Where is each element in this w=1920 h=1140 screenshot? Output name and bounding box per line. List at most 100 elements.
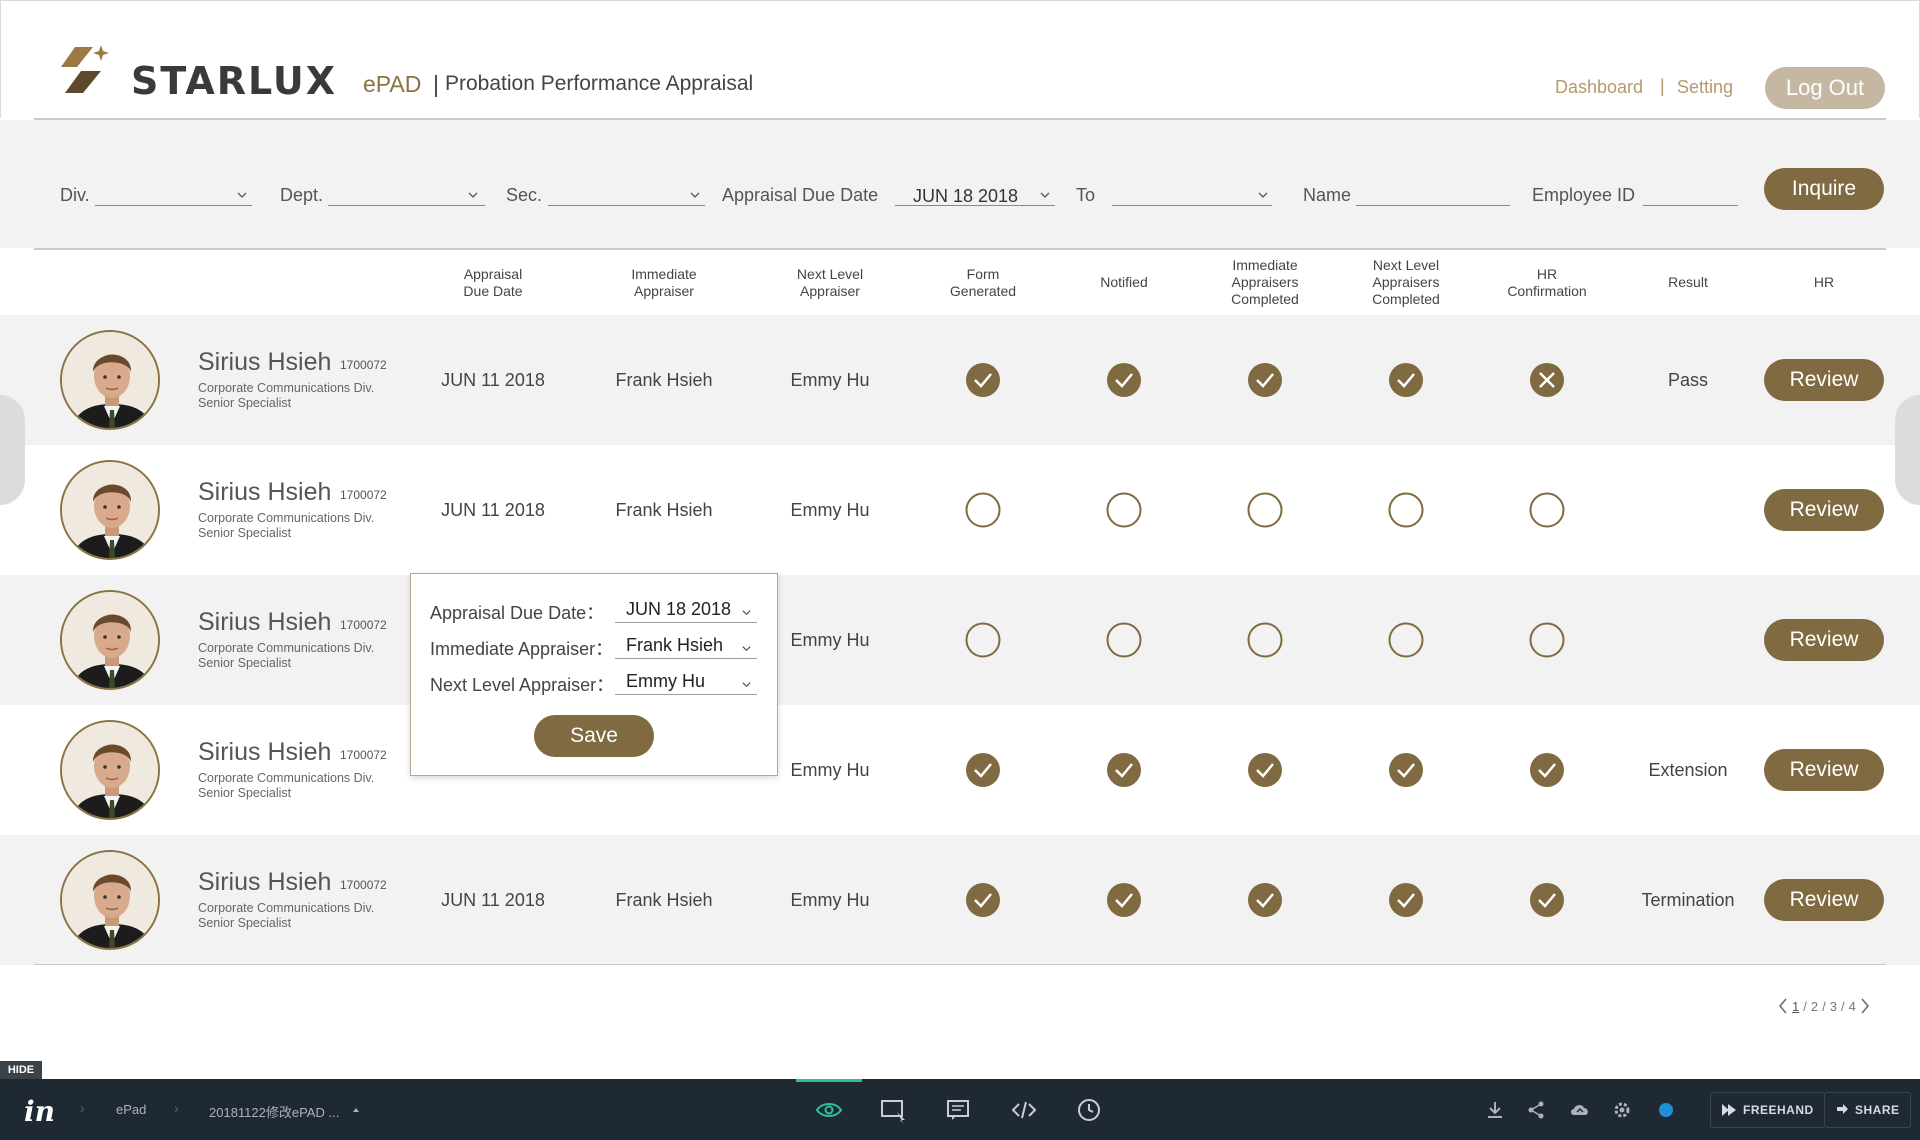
cloud-upload-icon[interactable] [1570, 1100, 1590, 1120]
history-clock-icon[interactable] [1075, 1096, 1103, 1124]
review-button[interactable]: Review [1764, 359, 1884, 401]
avatar [60, 330, 160, 430]
caret-up-icon[interactable] [350, 1100, 362, 1120]
avatar [60, 590, 160, 690]
share-nodes-icon[interactable] [1526, 1100, 1546, 1120]
freehand-button[interactable]: FREEHAND [1710, 1092, 1825, 1128]
dept-filter-select[interactable] [328, 205, 485, 206]
dept-filter-label: Dept. [280, 185, 324, 205]
employee-id-filter-input[interactable] [1643, 205, 1738, 206]
sec-filter-select[interactable] [548, 205, 705, 206]
avatar-portrait-icon [62, 722, 158, 818]
page-link-4[interactable]: 4 [1847, 999, 1858, 1014]
popup-next-level-value[interactable]: Emmy Hu [626, 671, 705, 692]
popup-immediate-label: Immediate Appraiser： [430, 639, 614, 659]
avatar [60, 720, 160, 820]
next-level-appraiser-cell: Emmy Hu [790, 629, 870, 650]
page-link-2[interactable]: 2 [1809, 999, 1820, 1014]
code-icon[interactable] [1010, 1096, 1038, 1124]
table-row: Sirius Hsieh 1700072 Corporate Communicati… [0, 315, 1920, 445]
chevron-right-icon: › [174, 1100, 179, 1116]
employee-title: Senior Specialist [198, 916, 292, 930]
immediate-completed-check-icon [1248, 883, 1282, 917]
save-button[interactable]: Save [534, 715, 654, 757]
chevron-down-icon[interactable] [236, 189, 248, 201]
employee-name: Sirius Hsieh [198, 478, 332, 506]
sec-filter-label: Sec. [506, 185, 543, 205]
freehand-icon [1722, 1104, 1736, 1116]
chevron-down-icon[interactable] [741, 607, 752, 618]
form-generated-check-icon [966, 753, 1000, 787]
breadcrumb-project[interactable]: ePad [116, 1102, 146, 1117]
immediate-completed-empty-circle-icon [1247, 622, 1283, 658]
nav-separator: | [1660, 76, 1665, 96]
col-header-next-level-appraiser: Next Level Appraiser [796, 265, 864, 299]
next-screen-handle[interactable] [1895, 395, 1920, 505]
employee-id: 1700072 [340, 878, 387, 892]
col-header-due-date: Appraisal Due Date [463, 265, 523, 299]
chevron-down-icon[interactable] [1257, 189, 1269, 201]
comment-icon[interactable] [944, 1096, 972, 1124]
review-button[interactable]: Review [1764, 749, 1884, 791]
popup-immediate-value[interactable]: Frank Hsieh [626, 635, 723, 656]
employee-name: Sirius Hsieh [198, 608, 332, 636]
table-row: Sirius Hsieh 1700072 Corporate Communicati… [0, 575, 1920, 705]
due-date-from-value[interactable]: JUN 18 2018 [913, 186, 1018, 207]
name-filter-input[interactable] [1356, 205, 1510, 206]
form-generated-check-icon [966, 883, 1000, 917]
breadcrumb-screen[interactable]: 20181122修改ePAD ... [209, 1102, 339, 1121]
chevron-down-icon[interactable] [741, 679, 752, 690]
next-level-completed-check-icon [1389, 883, 1423, 917]
page-link-3[interactable]: 3 [1828, 999, 1839, 1014]
employee-division: Corporate Communications Div. [198, 641, 375, 655]
logout-button[interactable]: Log Out [1765, 67, 1885, 109]
chevron-down-icon[interactable] [741, 643, 752, 654]
employee-division: Corporate Communications Div. [198, 771, 375, 785]
nav-dashboard-link[interactable]: Dashboard [1555, 77, 1643, 98]
avatar-portrait-icon [62, 462, 158, 558]
prev-screen-handle[interactable] [0, 395, 25, 505]
chevron-right-icon: › [80, 1100, 85, 1116]
next-level-completed-check-icon [1389, 753, 1423, 787]
div-filter-select[interactable] [95, 205, 252, 206]
hide-toolbar-tab[interactable]: HIDE [0, 1061, 42, 1079]
review-button[interactable]: Review [1764, 879, 1884, 921]
nav-setting-link[interactable]: Setting [1677, 77, 1733, 98]
chevron-down-icon[interactable] [689, 189, 701, 201]
status-dot-icon[interactable] [1656, 1100, 1676, 1120]
notified-empty-circle-icon [1106, 622, 1142, 658]
download-icon[interactable] [1485, 1100, 1505, 1120]
share-button[interactable]: SHARE [1824, 1092, 1911, 1128]
due-date-from-select[interactable] [895, 205, 1055, 206]
preview-eye-icon[interactable] [815, 1096, 843, 1124]
popup-next-level-select[interactable] [615, 694, 757, 695]
employee-id: 1700072 [340, 488, 387, 502]
table-row: Sirius Hsieh 1700072 Corporate Communicati… [0, 705, 1920, 835]
popup-due-date-select[interactable] [615, 622, 757, 623]
review-button[interactable]: Review [1764, 489, 1884, 531]
notified-check-icon [1107, 883, 1141, 917]
review-button[interactable]: Review [1764, 619, 1884, 661]
page-separator: / [1840, 998, 1845, 1014]
form-generated-empty-circle-icon [965, 492, 1001, 528]
popup-immediate-select[interactable] [615, 658, 757, 659]
settings-gear-icon[interactable] [1612, 1100, 1632, 1120]
table-bottom-divider [34, 964, 1886, 965]
due-date-to-select[interactable] [1112, 205, 1272, 206]
page-link-1[interactable]: 1 [1790, 999, 1801, 1014]
chevron-down-icon[interactable] [1039, 189, 1051, 201]
inquire-button[interactable]: Inquire [1764, 168, 1884, 210]
next-level-appraiser-cell: Emmy Hu [790, 499, 870, 520]
popup-due-date-value[interactable]: JUN 18 2018 [626, 599, 731, 620]
page-separator: / [1803, 998, 1807, 1014]
due-date-filter-label: Appraisal Due Date [722, 185, 879, 205]
inspect-icon[interactable] [879, 1096, 907, 1124]
chevron-left-icon[interactable] [1776, 996, 1790, 1016]
chevron-down-icon[interactable] [467, 189, 479, 201]
employee-division: Corporate Communications Div. [198, 901, 375, 915]
chevron-right-icon[interactable] [1858, 996, 1872, 1016]
form-generated-check-icon [966, 363, 1000, 397]
invision-logo[interactable]: in [24, 1095, 55, 1128]
share-arrow-icon [1837, 1104, 1848, 1114]
due-date-cell: JUN 11 2018 [441, 889, 545, 910]
